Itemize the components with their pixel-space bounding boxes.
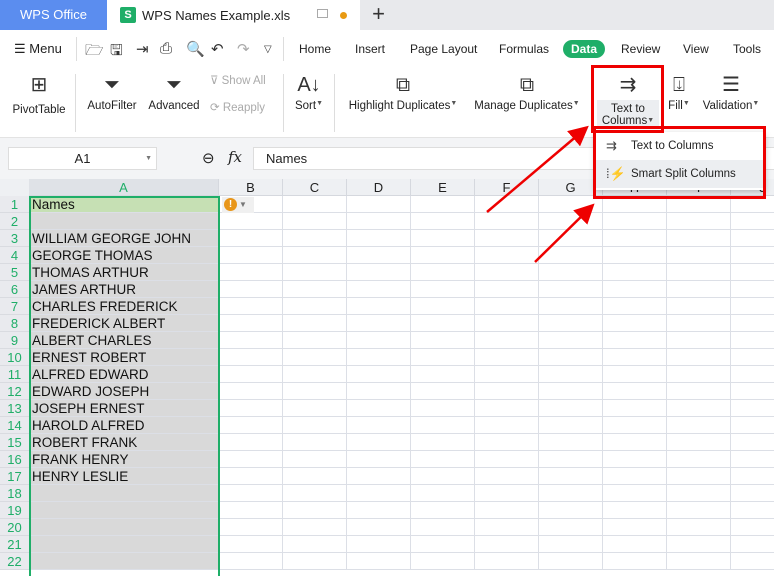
arrow-to-dropdown — [534, 203, 595, 263]
annotation-arrows — [486, 125, 595, 263]
arrow-to-button — [486, 125, 589, 213]
